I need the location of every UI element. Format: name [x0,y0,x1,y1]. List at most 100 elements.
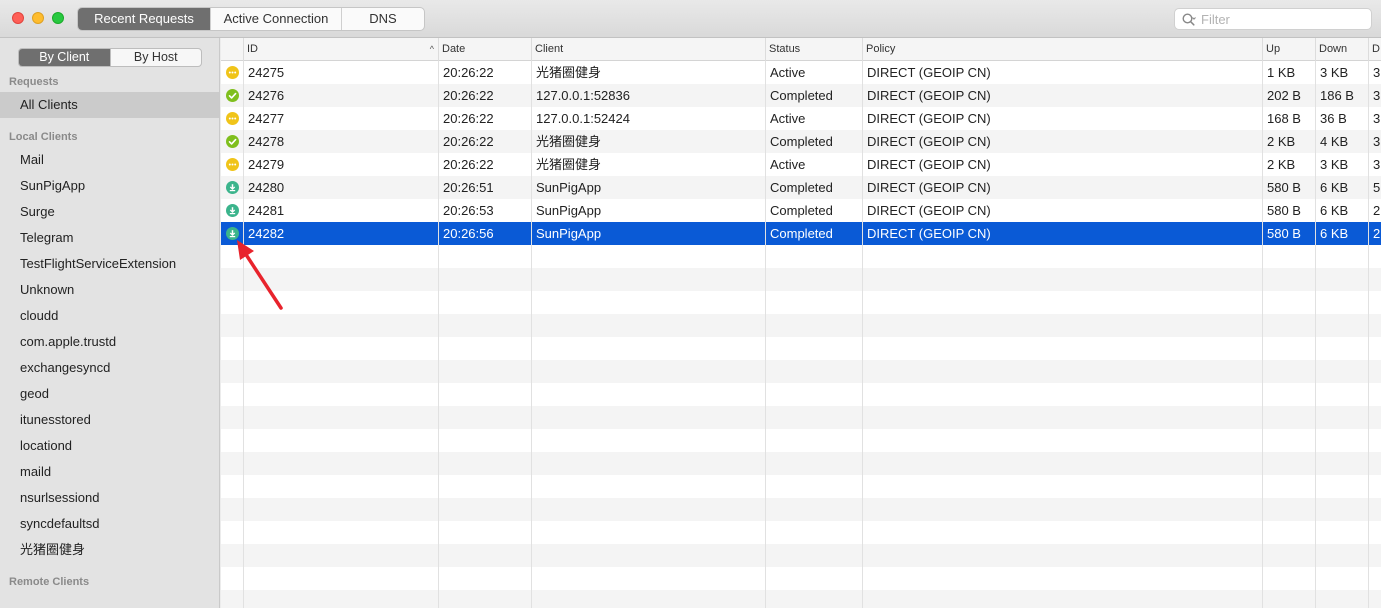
sidebar-item-client[interactable]: SunPigApp [0,173,219,199]
download-status-icon [226,181,239,194]
column-divider [1315,61,1316,608]
column-divider [438,61,439,608]
column-header-status[interactable]: Status [766,38,863,61]
cell-status: Active [770,65,806,80]
cell-down: 6 KB [1320,203,1349,218]
requests-table: ID ^ Date Client Status Policy Up Down D… [221,38,1381,608]
cell-date: 20:26:22 [443,88,494,103]
sidebar-item-client[interactable]: exchangesyncd [0,355,219,381]
column-divider [1262,61,1263,608]
table-row[interactable]: 24275 20:26:22 光猪圈健身 Active DIRECT (GEOIP CN… [221,61,1381,84]
cell-extra: 5 [1373,180,1381,195]
table-row[interactable]: 24282 20:26:56 SunPigApp Completed DIRECT (G… [221,222,1381,245]
cell-down: 6 KB [1320,226,1349,241]
table-row[interactable]: 24276 20:26:22 127.0.0.1:52836 Completed DIR… [221,84,1381,107]
completed-status-icon [226,135,239,148]
cell-date: 20:26:22 [443,111,494,126]
table-row[interactable]: 24277 20:26:22 127.0.0.1:52424 Active DIRECT… [221,107,1381,130]
cell-client: 光猪圈健身 [536,157,602,172]
cell-down: 6 KB [1320,180,1349,195]
table-row-empty [221,429,1381,452]
cell-extra: 3 [1373,65,1381,80]
sidebar-item-client[interactable]: TestFlightServiceExtension [0,251,219,277]
cell-status: Completed [770,226,833,241]
minimize-window-button[interactable] [32,12,44,24]
table-row[interactable]: 24279 20:26:22 光猪圈健身 Active DIRECT (GEOIP CN… [221,153,1381,176]
cell-down: 3 KB [1320,65,1349,80]
view-tabs: Recent Requests Active Connection DNS [77,7,425,31]
zoom-window-button[interactable] [52,12,64,24]
cell-date: 20:26:51 [443,180,494,195]
cell-extra: 2 [1373,203,1381,218]
column-header-client[interactable]: Client [532,38,766,61]
cell-extra: 3 [1373,157,1381,172]
cell-client: 127.0.0.1:52424 [536,111,630,126]
cell-client: SunPigApp [536,180,602,195]
cell-down: 4 KB [1320,134,1349,149]
sidebar-item-client[interactable]: com.apple.trustd [0,329,219,355]
table-row-empty [221,521,1381,544]
active-status-icon [226,158,239,171]
section-remote-clients: Remote Clients [9,576,90,588]
cell-date: 20:26:22 [443,134,494,149]
sidebar-item-client[interactable]: itunesstored [0,407,219,433]
filter-field[interactable] [1174,8,1372,30]
sidebar-item-client[interactable]: geod [0,381,219,407]
cell-down: 186 B [1320,88,1354,103]
tab-active-connection[interactable]: Active Connection [211,8,342,30]
column-header-date[interactable]: Date [439,38,532,61]
sidebar-item-client[interactable]: 光猪圈健身 [0,537,219,563]
cell-status: Completed [770,88,833,103]
close-window-button[interactable] [12,12,24,24]
sidebar-item-client[interactable]: syncdefaultsd [0,511,219,537]
column-header-duration[interactable]: D [1369,38,1381,61]
cell-extra: 3 [1373,134,1381,149]
sidebar: By Client By Host Requests All Clients L… [0,38,220,608]
cell-date: 20:26:22 [443,65,494,80]
sidebar-item-client[interactable]: Unknown [0,277,219,303]
cell-status: Completed [770,134,833,149]
tab-recent-requests[interactable]: Recent Requests [78,8,211,30]
active-status-icon [226,66,239,79]
column-header-id[interactable]: ID ^ [244,38,439,61]
cell-policy: DIRECT (GEOIP CN) [867,203,991,218]
table-row-empty [221,406,1381,429]
column-header-policy[interactable]: Policy [863,38,1263,61]
cell-id: 24278 [248,134,285,149]
table-row-empty [221,291,1381,314]
cell-up: 580 B [1267,203,1301,218]
table-row[interactable]: 24281 20:26:53 SunPigApp Completed DIRECT (G… [221,199,1381,222]
table-row[interactable]: 24280 20:26:51 SunPigApp Completed DIRECT (G… [221,176,1381,199]
table-row-empty [221,383,1381,406]
by-host-button[interactable]: By Host [111,49,202,66]
column-divider [862,61,863,608]
by-client-button[interactable]: By Client [19,49,111,66]
sidebar-item-client[interactable]: cloudd [0,303,219,329]
column-header-up[interactable]: Up [1263,38,1316,61]
table-row[interactable]: 24278 20:26:22 光猪圈健身 Completed DIRECT (GEOIP… [221,130,1381,153]
table-row-empty [221,337,1381,360]
sidebar-item-client[interactable]: locationd [0,433,219,459]
sidebar-item-client[interactable]: Mail [0,147,219,173]
section-requests: Requests [9,76,59,88]
cell-extra: 3 [1373,111,1381,126]
column-header-down[interactable]: Down [1316,38,1369,61]
cell-up: 168 B [1267,111,1301,126]
cell-up: 2 KB [1267,157,1296,172]
table-row-empty [221,498,1381,521]
cell-up: 580 B [1267,180,1301,195]
sidebar-item-all-clients[interactable]: All Clients [0,92,219,118]
cell-date: 20:26:56 [443,226,494,241]
cell-policy: DIRECT (GEOIP CN) [867,226,991,241]
sidebar-item-client[interactable]: maild [0,459,219,485]
cell-date: 20:26:53 [443,203,494,218]
column-header-icon[interactable] [221,38,244,61]
cell-down: 3 KB [1320,157,1349,172]
download-status-icon [226,204,239,217]
sidebar-item-client[interactable]: nsurlsessiond [0,485,219,511]
sidebar-item-client[interactable]: Surge [0,199,219,225]
tab-dns[interactable]: DNS [342,8,424,30]
cell-policy: DIRECT (GEOIP CN) [867,111,991,126]
sidebar-item-client[interactable]: Telegram [0,225,219,251]
filter-input[interactable] [1201,10,1366,29]
